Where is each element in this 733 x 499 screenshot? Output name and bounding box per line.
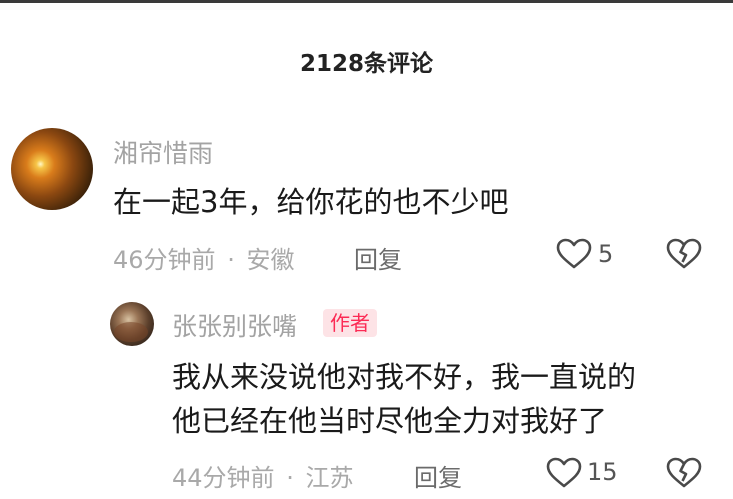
comment-meta: 46分钟前 · 安徽: [113, 240, 294, 275]
reply-meta: 44分钟前 · 江苏: [172, 458, 353, 493]
reply-text-line-2: 他已经在他当时尽他全力对我好了: [172, 404, 608, 438]
heart-outline-icon: [556, 238, 592, 269]
reply-username[interactable]: 张张别张嘴: [172, 307, 297, 343]
comment-count-title: 2128条评论: [299, 51, 433, 77]
reply-time: 44分钟前: [172, 464, 275, 492]
avatar[interactable]: [11, 128, 93, 210]
top-divider: [0, 0, 733, 3]
avatar[interactable]: [110, 302, 154, 346]
heart-outline-icon: [546, 457, 582, 488]
reply-text-line-1: 我从来没说他对我不好，我一直说的: [172, 360, 637, 394]
dislike-button[interactable]: [666, 238, 702, 274]
like-button[interactable]: [556, 238, 592, 270]
like-count: 5: [598, 240, 614, 268]
reply-button[interactable]: 回复: [354, 240, 402, 275]
like-button[interactable]: [546, 457, 582, 489]
broken-heart-icon: [666, 238, 702, 269]
meta-separator: ·: [286, 464, 294, 492]
author-badge: 作者: [323, 309, 377, 337]
comment-username[interactable]: 湘帘惜雨: [113, 134, 213, 170]
dislike-button[interactable]: [666, 457, 702, 493]
reply-button[interactable]: 回复: [414, 458, 462, 493]
comment-location: 安徽: [246, 246, 295, 274]
broken-heart-icon: [666, 457, 702, 488]
reply-location: 江苏: [305, 464, 354, 492]
comment-text: 在一起3年，给你花的也不少吧: [113, 185, 509, 219]
like-count: 15: [587, 458, 618, 486]
cropped-top-bar: [0, 0, 733, 12]
comment-time: 46分钟前: [113, 246, 216, 274]
avatar-shade: [114, 322, 148, 342]
meta-separator: ·: [227, 246, 235, 274]
